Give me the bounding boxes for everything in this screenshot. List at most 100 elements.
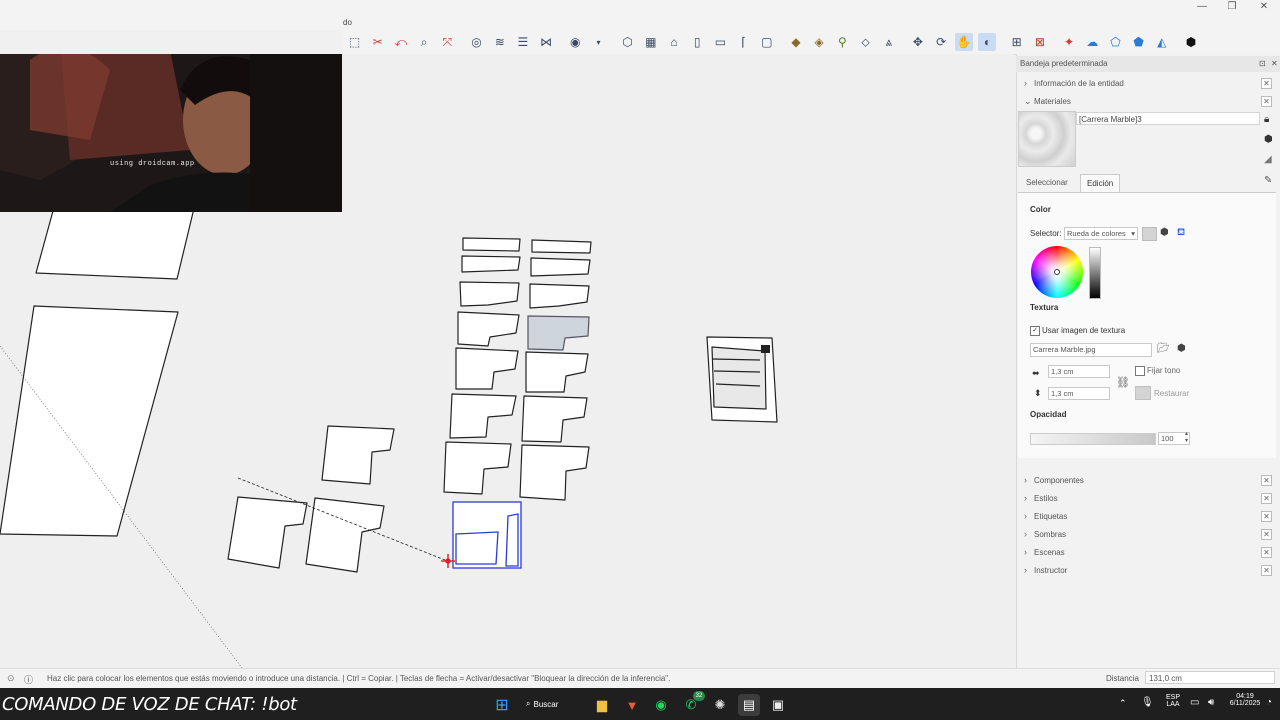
section-instructor[interactable]: › Instructor ✕	[1020, 564, 1276, 579]
brave-icon[interactable]: ▼	[621, 694, 643, 716]
house-icon[interactable]: ⌂	[665, 33, 683, 51]
door-icon[interactable]: ▯	[688, 33, 706, 51]
material-name-field[interactable]: [Carrera Marble]3	[1076, 112, 1260, 125]
close-icon[interactable]: ✕	[1261, 511, 1272, 522]
pin-icon[interactable]: ⊡	[1259, 59, 1266, 68]
cloud-icon[interactable]: ☁	[1083, 33, 1101, 51]
user-icon[interactable]: ◉	[566, 33, 584, 51]
link-icon[interactable]: ⛓	[1116, 376, 1130, 389]
roof-icon[interactable]: ⌈	[735, 33, 753, 51]
geo-icon[interactable]: ⊙	[7, 673, 15, 684]
minimize-button[interactable]: —	[1186, 0, 1218, 14]
lock-icon[interactable]: 🔒︎	[1264, 114, 1269, 125]
opacity-slider[interactable]	[1030, 433, 1156, 445]
section-entity-info[interactable]: › Información de la entidad ✕	[1020, 77, 1276, 92]
info-icon[interactable]: ⓘ	[24, 673, 33, 686]
microphone-icon[interactable]: 🎙︎	[1141, 697, 1154, 708]
texture-file-field[interactable]: Carrera Marble.jpg	[1030, 343, 1152, 357]
triangle-icon[interactable]: ◢	[1264, 154, 1272, 165]
use-texture-checkbox[interactable]: ✓	[1030, 326, 1040, 336]
warehouse-icon[interactable]: ◈	[810, 33, 828, 51]
pin-icon[interactable]: ⚲	[833, 33, 851, 51]
restore-swatch[interactable]	[1135, 386, 1151, 400]
close-button[interactable]: ✕	[1248, 0, 1280, 14]
shape1-icon[interactable]: ⬠	[1106, 33, 1124, 51]
bucket-icon[interactable]: ⬢	[1160, 227, 1169, 238]
rotate-icon[interactable]: ⟳	[932, 33, 950, 51]
maximize-button[interactable]: ❐	[1216, 0, 1248, 14]
tab-edit[interactable]: Edición	[1080, 174, 1121, 192]
window-icon[interactable]: ▭	[711, 33, 729, 51]
orbit-active-icon[interactable]: ✋	[955, 33, 974, 51]
stack-icon[interactable]: ⋈	[537, 33, 555, 51]
windows-start-icon[interactable]: ⊞	[491, 694, 513, 716]
zoom-extents-icon[interactable]: ◎	[468, 33, 486, 51]
distance-field[interactable]: 131,0 cm	[1145, 671, 1275, 684]
brightness-slider[interactable]	[1089, 247, 1101, 299]
scene-icon[interactable]: ⊠	[1031, 33, 1049, 51]
texture-width-field[interactable]: 1,3 cm	[1048, 365, 1110, 378]
close-icon[interactable]: ✕	[1261, 78, 1272, 89]
cube-icon[interactable]: ⬢	[1264, 134, 1273, 145]
box-icon[interactable]: ⬡	[619, 33, 637, 51]
fix-hue-checkbox[interactable]	[1135, 366, 1145, 376]
orbit-icon[interactable]: ⌕	[415, 33, 433, 51]
fire-icon[interactable]: ✦	[1060, 33, 1078, 51]
taskbar-search[interactable]: ⌕ Buscar	[526, 694, 578, 714]
file-explorer-icon[interactable]: ▆	[591, 694, 613, 716]
close-icon[interactable]: ✕	[1261, 529, 1272, 540]
spinner-icon[interactable]: ▴ ▾	[1185, 431, 1188, 445]
section-materials[interactable]: ⌄ Materiales ✕	[1020, 95, 1276, 110]
monitor-icon[interactable]: ▭	[1190, 697, 1199, 708]
section-tags[interactable]: › Etiquetas ✕	[1020, 510, 1276, 525]
grid-icon[interactable]: ▦	[642, 33, 660, 51]
sandbox-icon[interactable]: ⬦	[857, 33, 875, 51]
eraser-icon[interactable]: ✂	[369, 33, 387, 51]
close-icon[interactable]: ✕	[1261, 547, 1272, 558]
tab-select[interactable]: Seleccionar	[1020, 174, 1074, 191]
crate-icon[interactable]: ◆	[787, 33, 805, 51]
color-swatch[interactable]	[1142, 227, 1157, 241]
section-shadows[interactable]: › Sombras ✕	[1020, 528, 1276, 543]
texture-height-field[interactable]: 1,3 cm	[1048, 387, 1110, 400]
shape2-icon[interactable]: ⬟	[1130, 33, 1148, 51]
sketchup-icon[interactable]: ▤	[738, 694, 760, 716]
move-icon[interactable]: ✥	[909, 33, 927, 51]
spotify-icon[interactable]: ◉	[650, 694, 672, 716]
chevron-up-icon[interactable]: ⌃	[1119, 698, 1127, 709]
section-icon[interactable]: ≋	[491, 33, 509, 51]
section-styles[interactable]: › Estilos ✕	[1020, 492, 1276, 507]
opacity-field[interactable]: 100 ▴ ▾	[1158, 431, 1190, 445]
eyedropper-icon[interactable]: ✎	[1264, 175, 1272, 186]
folder-icon[interactable]: 📂︎	[1157, 343, 1170, 354]
color-wheel-marker[interactable]	[1054, 269, 1060, 275]
shape3-icon[interactable]: ◭	[1153, 33, 1171, 51]
frame-icon[interactable]: ▢	[758, 33, 776, 51]
select-icon[interactable]: ⬚	[346, 33, 364, 51]
close-icon[interactable]: ✕	[1261, 565, 1272, 576]
paint-icon[interactable]: ⤺	[392, 33, 410, 51]
layers-icon[interactable]: ☰	[514, 33, 532, 51]
restore-button[interactable]: Restaurar	[1154, 389, 1189, 398]
walk-active-icon[interactable]: ◐	[978, 33, 997, 51]
language-indicator[interactable]: ESP LAA	[1162, 694, 1184, 708]
model-viewport[interactable]: using droidcam.app	[0, 54, 1014, 668]
close-icon[interactable]: ✕	[1261, 475, 1272, 486]
close-icon[interactable]: ✕	[1271, 59, 1278, 68]
texture-cube-icon[interactable]: ⬢	[1177, 343, 1186, 354]
close-icon[interactable]: ✕	[1261, 493, 1272, 504]
dropdown-icon[interactable]: ▾	[589, 33, 607, 51]
terrain-icon[interactable]: ⩓	[880, 33, 898, 51]
notification-icon[interactable]: ◔	[1266, 697, 1272, 708]
section-components[interactable]: › Componentes ✕	[1020, 474, 1276, 489]
section-scenes[interactable]: › Escenas ✕	[1020, 546, 1276, 561]
clock[interactable]: 04:19 6/11/2025	[1224, 693, 1266, 707]
sketchup-window-icon[interactable]: ▣	[767, 694, 789, 716]
paint-bucket-icon[interactable]: ⛾	[1177, 227, 1185, 240]
selector-dropdown[interactable]: Rueda de colores ▾	[1064, 227, 1138, 240]
menu-fragment[interactable]: do	[343, 18, 352, 27]
volume-icon[interactable]: 🔊︎	[1208, 697, 1214, 708]
mesh-icon[interactable]: ⊞	[1008, 33, 1026, 51]
zoom-icon[interactable]: ⤧	[438, 33, 456, 51]
chatgpt-icon[interactable]: ✺	[709, 694, 731, 716]
